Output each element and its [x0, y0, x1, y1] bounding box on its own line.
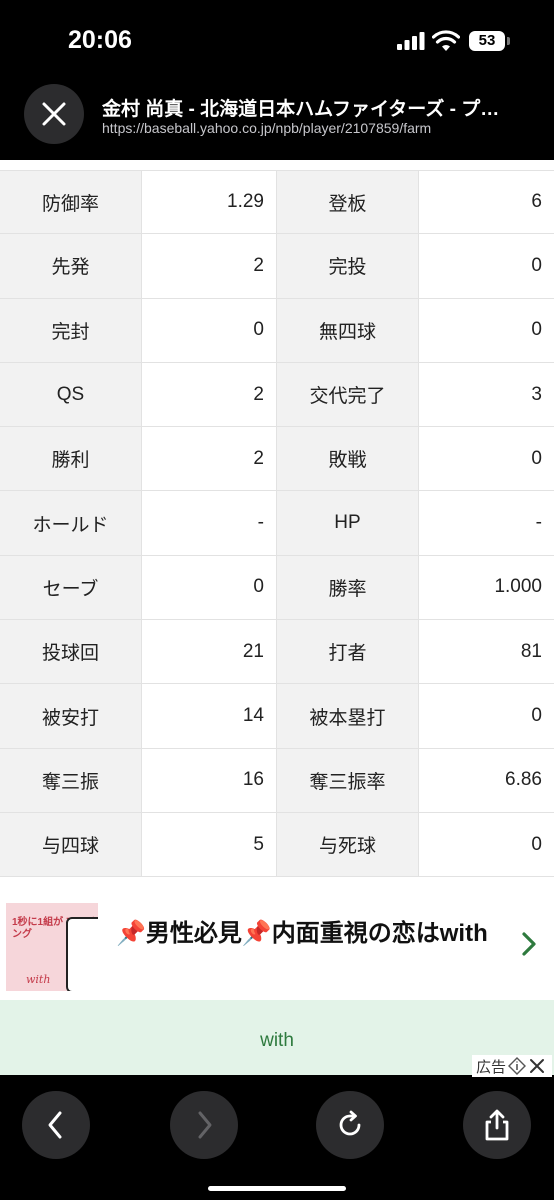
stat-value: 6.86: [419, 748, 554, 812]
stats-row: 完封 0 無四球 0: [0, 298, 554, 363]
stat-label: 防御率: [0, 171, 142, 234]
stat-value: 81: [419, 620, 554, 684]
stat-label: 完投: [277, 234, 419, 298]
ad-close-icon[interactable]: [528, 1057, 546, 1075]
share-button[interactable]: [463, 1091, 531, 1159]
stat-label: 先発: [0, 234, 142, 298]
phone-illustration-icon: [66, 917, 98, 991]
ad-choices[interactable]: 広告: [472, 1055, 552, 1077]
close-button[interactable]: [24, 84, 84, 144]
stat-label: 与死球: [277, 812, 419, 877]
back-button[interactable]: [22, 1091, 90, 1159]
stats-row: 与四球 5 与死球 0: [0, 812, 554, 878]
share-icon: [485, 1109, 509, 1141]
stat-label: QS: [0, 362, 142, 427]
stat-value: 5: [142, 812, 277, 877]
web-content: 防御率 1.29 登板 6 先発 2 完投 0 完封 0 無四球 0 QS 2 交代完了 3 勝利 2 敗戦 0 ホール…: [0, 160, 554, 895]
ad-thumbnail[interactable]: 1秒に1組が マッチング with: [6, 903, 98, 991]
stat-label: 勝利: [0, 427, 142, 491]
status-time: 20:06: [68, 26, 132, 54]
stats-row: セーブ 0 勝率 1.000: [0, 555, 554, 621]
stat-label: 与四球: [0, 812, 142, 877]
stat-label: 投球回: [0, 620, 142, 684]
chevron-right-icon: [198, 1111, 212, 1139]
stats-row: 先発 2 完投 0: [0, 234, 554, 299]
page-url[interactable]: https://baseball.yahoo.co.jp/npb/player/…: [102, 120, 431, 136]
stat-label: 打者: [277, 620, 419, 684]
stat-value: 0: [142, 555, 277, 620]
stats-row: 防御率 1.29 登板 6: [0, 170, 554, 235]
ad-top[interactable]: 1秒に1組が マッチング with 📌男性必見📌内面重視の恋はwith: [0, 895, 554, 1000]
stat-label: HP: [277, 491, 419, 555]
wifi-icon: [432, 30, 460, 51]
stat-label: 奪三振: [0, 748, 142, 812]
browser-header: 金村 尚真 - 北海道日本ハムファイターズ - プ… https://baseb…: [0, 80, 554, 160]
stat-value: 14: [142, 684, 277, 748]
stat-value: 16: [142, 748, 277, 812]
stat-value: 0: [419, 298, 554, 362]
stat-value: 0: [419, 684, 554, 748]
stat-value: 0: [142, 298, 277, 362]
chevron-left-icon: [48, 1111, 62, 1139]
ad-brand: with: [260, 1030, 294, 1051]
stat-value: 0: [419, 427, 554, 491]
status-bar: 20:06 53: [0, 0, 554, 80]
battery-icon: 53: [469, 31, 505, 51]
stat-label: 登板: [277, 171, 419, 234]
stat-value: 0: [419, 234, 554, 298]
stat-value: -: [142, 491, 277, 555]
stats-row: 投球回 21 打者 81: [0, 620, 554, 685]
stat-value: -: [419, 491, 554, 555]
stat-label: セーブ: [0, 555, 142, 620]
stat-value: 0: [419, 812, 554, 877]
ad-footer[interactable]: with: [0, 1000, 554, 1075]
stat-value: 1.29: [142, 171, 277, 234]
stat-label: 被安打: [0, 684, 142, 748]
stat-label: 勝率: [277, 555, 419, 620]
ad-choice-label: 広告: [476, 1058, 507, 1076]
stat-label: 無四球: [277, 298, 419, 362]
forward-button[interactable]: [170, 1091, 238, 1159]
reload-icon: [339, 1110, 361, 1136]
stat-value: 2: [142, 362, 277, 427]
ad-banner[interactable]: 1秒に1組が マッチング with 📌男性必見📌内面重視の恋はwith with…: [0, 895, 554, 1077]
stat-value: 3: [419, 362, 554, 427]
battery-tip: [507, 37, 510, 45]
ad-headline[interactable]: 📌男性必見📌内面重視の恋はwith: [116, 917, 502, 951]
cellular-signal-icon: [397, 32, 425, 50]
stat-value: 21: [142, 620, 277, 684]
stat-label: 奪三振率: [277, 748, 419, 812]
stat-label: 被本塁打: [277, 684, 419, 748]
stats-table: 防御率 1.29 登板 6 先発 2 完投 0 完封 0 無四球 0 QS 2 交代完了 3 勝利 2 敗戦 0 ホール…: [0, 170, 554, 878]
stat-value: 2: [142, 427, 277, 491]
stats-row: 勝利 2 敗戦 0: [0, 427, 554, 492]
stats-row: 被安打 14 被本塁打 0: [0, 684, 554, 749]
close-icon: [42, 102, 66, 126]
ad-thumb-logo: with: [26, 973, 51, 986]
browser-toolbar: [0, 1077, 554, 1200]
stat-label: 交代完了: [277, 362, 419, 427]
reload-button[interactable]: [316, 1091, 384, 1159]
ad-info-icon[interactable]: [508, 1057, 527, 1075]
page-title: 金村 尚真 - 北海道日本ハムファイターズ - プ…: [102, 99, 500, 120]
stat-value: 1.000: [419, 555, 554, 620]
stats-row: ホールド - HP -: [0, 491, 554, 556]
stat-value: 2: [142, 234, 277, 298]
stat-label: ホールド: [0, 491, 142, 555]
home-indicator: [208, 1186, 346, 1191]
chevron-right-icon[interactable]: [516, 931, 542, 957]
stats-row: 奪三振 16 奪三振率 6.86: [0, 748, 554, 813]
stat-label: 敗戦: [277, 427, 419, 491]
stats-row: QS 2 交代完了 3: [0, 362, 554, 428]
stat-value: 6: [419, 171, 554, 234]
stat-label: 完封: [0, 298, 142, 362]
